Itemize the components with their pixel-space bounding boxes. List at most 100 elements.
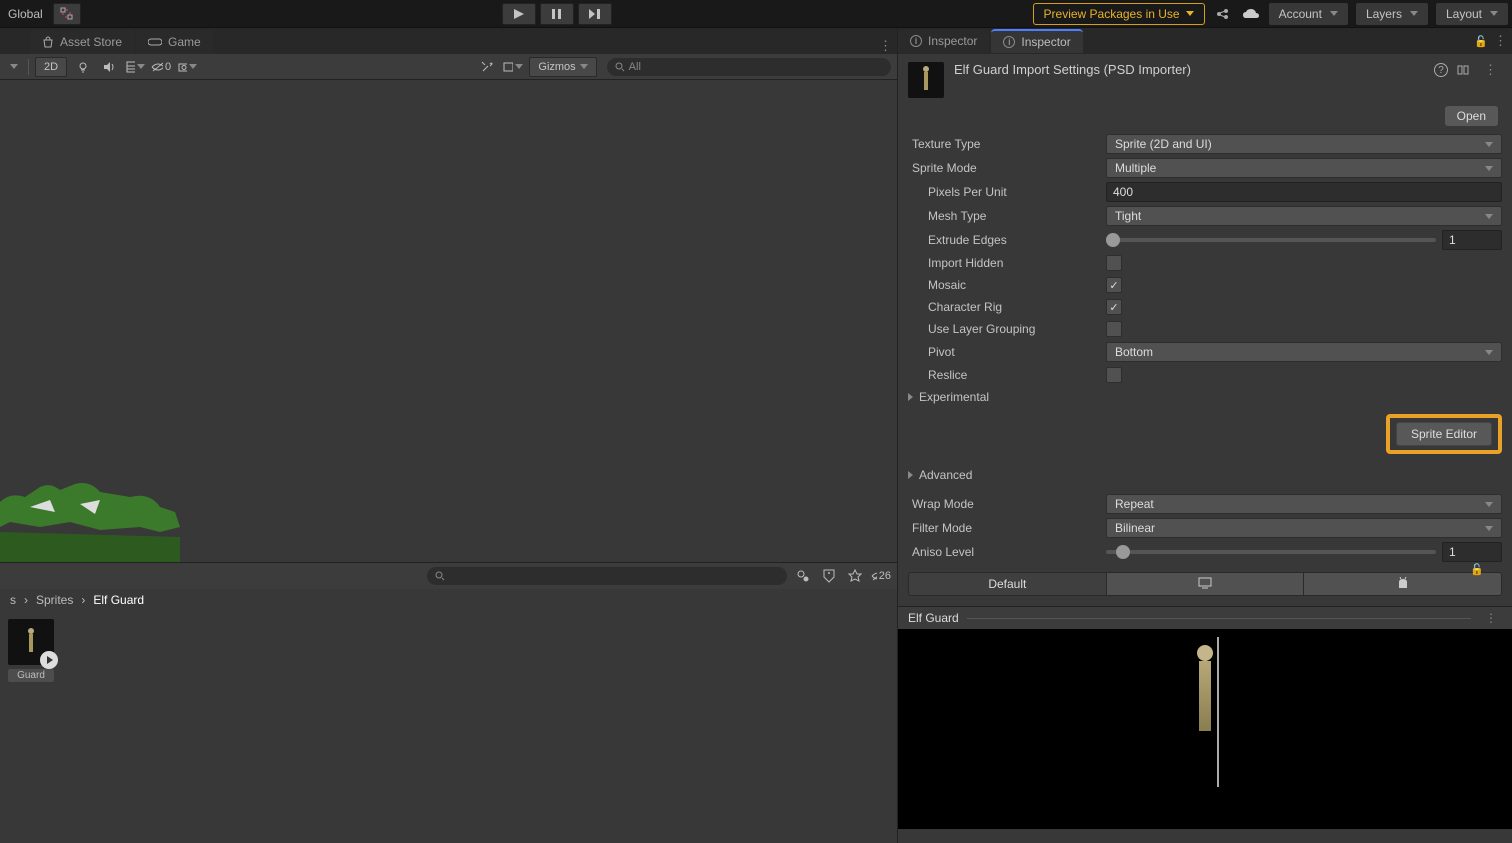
- layer-grouping-label: Use Layer Grouping: [908, 322, 1098, 336]
- hidden-count-icon[interactable]: 26: [871, 566, 891, 586]
- open-button[interactable]: Open: [1445, 106, 1498, 126]
- favorite-icon[interactable]: [845, 566, 865, 586]
- bag-icon: [42, 36, 54, 48]
- camera-icon[interactable]: [177, 57, 197, 77]
- tool-handle-mode[interactable]: Global: [4, 7, 47, 21]
- account-menu[interactable]: Account: [1269, 3, 1348, 25]
- cloud-icon[interactable]: [1241, 4, 1261, 24]
- wrap-mode-label: Wrap Mode: [908, 497, 1098, 511]
- texture-type-label: Texture Type: [908, 137, 1098, 151]
- character-rig-label: Character Rig: [908, 300, 1098, 314]
- project-search-input[interactable]: [427, 567, 787, 585]
- filter-mode-label: Filter Mode: [908, 521, 1098, 535]
- tools-icon[interactable]: [477, 57, 497, 77]
- filter-by-label-icon[interactable]: [819, 566, 839, 586]
- aniso-value-input[interactable]: [1442, 542, 1502, 562]
- mosaic-checkbox[interactable]: ✓: [1106, 277, 1122, 293]
- extrude-slider[interactable]: [1106, 238, 1436, 242]
- character-rig-checkbox[interactable]: ✓: [1106, 299, 1122, 315]
- import-hidden-checkbox[interactable]: [1106, 255, 1122, 271]
- 2d-toggle[interactable]: 2D: [35, 57, 67, 77]
- preview-menu-icon[interactable]: ⋮: [1479, 611, 1502, 625]
- breadcrumb-current[interactable]: Elf Guard: [93, 593, 144, 607]
- collab-icon[interactable]: [1213, 4, 1233, 24]
- sprite-preview-icon: [23, 628, 39, 656]
- reslice-checkbox[interactable]: [1106, 367, 1122, 383]
- pivot-dropdown[interactable]: Bottom: [1106, 342, 1502, 362]
- tab-inspector-1[interactable]: iInspector: [898, 29, 989, 53]
- scene-viewport[interactable]: [0, 80, 897, 563]
- scene-tab-row: Asset Store Game ⋮: [0, 28, 897, 54]
- mosaic-label: Mosaic: [908, 278, 1098, 292]
- tab-inspector-2[interactable]: iInspector: [991, 29, 1082, 53]
- component-menu-icon[interactable]: ⋮: [1478, 62, 1502, 78]
- search-icon: [435, 571, 445, 581]
- layers-menu[interactable]: Layers: [1356, 3, 1428, 25]
- extrude-label: Extrude Edges: [908, 233, 1098, 247]
- inspector-title: Elf Guard Import Settings (PSD Importer): [954, 62, 1424, 77]
- tab-game[interactable]: Game: [136, 30, 213, 54]
- mesh-type-dropdown[interactable]: Tight: [1106, 206, 1502, 226]
- scene-toolbar: 2D 0 Gizmos All: [0, 54, 897, 80]
- help-icon[interactable]: ?: [1434, 63, 1448, 77]
- experimental-foldout[interactable]: Experimental: [898, 386, 1512, 408]
- project-panel: 26 🔓 s› Sprites› Elf Guard Guard: [0, 563, 897, 843]
- preview-header[interactable]: Elf Guard ⋮: [898, 607, 1512, 629]
- lock-icon[interactable]: 🔓: [1470, 563, 1484, 576]
- play-overlay-icon[interactable]: [40, 651, 58, 669]
- asset-icon: [908, 62, 944, 98]
- step-button[interactable]: [578, 3, 612, 25]
- inspector-tab-row: iInspector iInspector 🔓 ⋮: [898, 28, 1512, 54]
- scene-search-input[interactable]: All: [607, 58, 891, 76]
- pause-button[interactable]: [540, 3, 574, 25]
- texture-type-dropdown[interactable]: Sprite (2D and UI): [1106, 134, 1502, 154]
- sprite-mode-dropdown[interactable]: Multiple: [1106, 158, 1502, 178]
- camera2-icon[interactable]: [503, 57, 523, 77]
- grid-snap-icon[interactable]: [53, 3, 81, 25]
- layout-menu[interactable]: Layout: [1436, 3, 1508, 25]
- fx-icon[interactable]: [125, 57, 145, 77]
- breadcrumb: s› Sprites› Elf Guard: [0, 589, 897, 611]
- sprite-editor-button[interactable]: Sprite Editor: [1396, 422, 1492, 446]
- lighting-icon[interactable]: [73, 57, 93, 77]
- asset-label: Guard: [8, 669, 54, 682]
- sprite-preview: [1175, 637, 1235, 787]
- ppu-input[interactable]: [1106, 182, 1502, 202]
- sprite-mode-label: Sprite Mode: [908, 161, 1098, 175]
- inspector-lock-icon[interactable]: 🔓: [1474, 35, 1488, 48]
- tab-asset-store[interactable]: Asset Store: [30, 30, 134, 54]
- top-toolbar: Global Preview Packages in Use Account L…: [0, 0, 1512, 28]
- hidden-icon[interactable]: 0: [151, 57, 171, 77]
- preview-canvas: [898, 629, 1512, 829]
- filter-by-type-icon[interactable]: [793, 566, 813, 586]
- audio-icon[interactable]: [99, 57, 119, 77]
- filter-mode-dropdown[interactable]: Bilinear: [1106, 518, 1502, 538]
- layer-grouping-checkbox[interactable]: [1106, 321, 1122, 337]
- inspector-header: Elf Guard Import Settings (PSD Importer)…: [898, 54, 1512, 106]
- gizmos-dropdown[interactable]: Gizmos: [529, 57, 596, 77]
- advanced-foldout[interactable]: Advanced: [898, 464, 1512, 486]
- import-hidden-label: Import Hidden: [908, 256, 1098, 270]
- platform-tab-android[interactable]: [1304, 573, 1501, 595]
- highlight-annotation: Sprite Editor: [1386, 414, 1502, 454]
- breadcrumb-sprites[interactable]: Sprites: [36, 593, 73, 607]
- gamepad-icon: [148, 37, 162, 47]
- shaded-dropdown-icon[interactable]: [10, 64, 18, 69]
- platform-tab-default[interactable]: Default: [909, 573, 1107, 595]
- breadcrumb-item[interactable]: s: [10, 593, 16, 607]
- play-button[interactable]: [502, 3, 536, 25]
- scene-tab-menu-icon[interactable]: ⋮: [873, 38, 897, 54]
- extrude-value-input[interactable]: [1442, 230, 1502, 250]
- inspector-tab-menu-icon[interactable]: ⋮: [1488, 33, 1512, 49]
- wrap-mode-dropdown[interactable]: Repeat: [1106, 494, 1502, 514]
- asset-thumbnail[interactable]: [8, 619, 54, 665]
- scene-content: [0, 472, 180, 562]
- ppu-label: Pixels Per Unit: [908, 185, 1098, 199]
- preview-packages-button[interactable]: Preview Packages in Use: [1033, 3, 1205, 25]
- search-icon: [615, 62, 625, 72]
- platform-tab-standalone[interactable]: [1107, 573, 1305, 595]
- preset-icon[interactable]: [1456, 63, 1470, 77]
- pivot-label: Pivot: [908, 345, 1098, 359]
- aniso-label: Aniso Level: [908, 545, 1098, 559]
- aniso-slider[interactable]: [1106, 550, 1436, 554]
